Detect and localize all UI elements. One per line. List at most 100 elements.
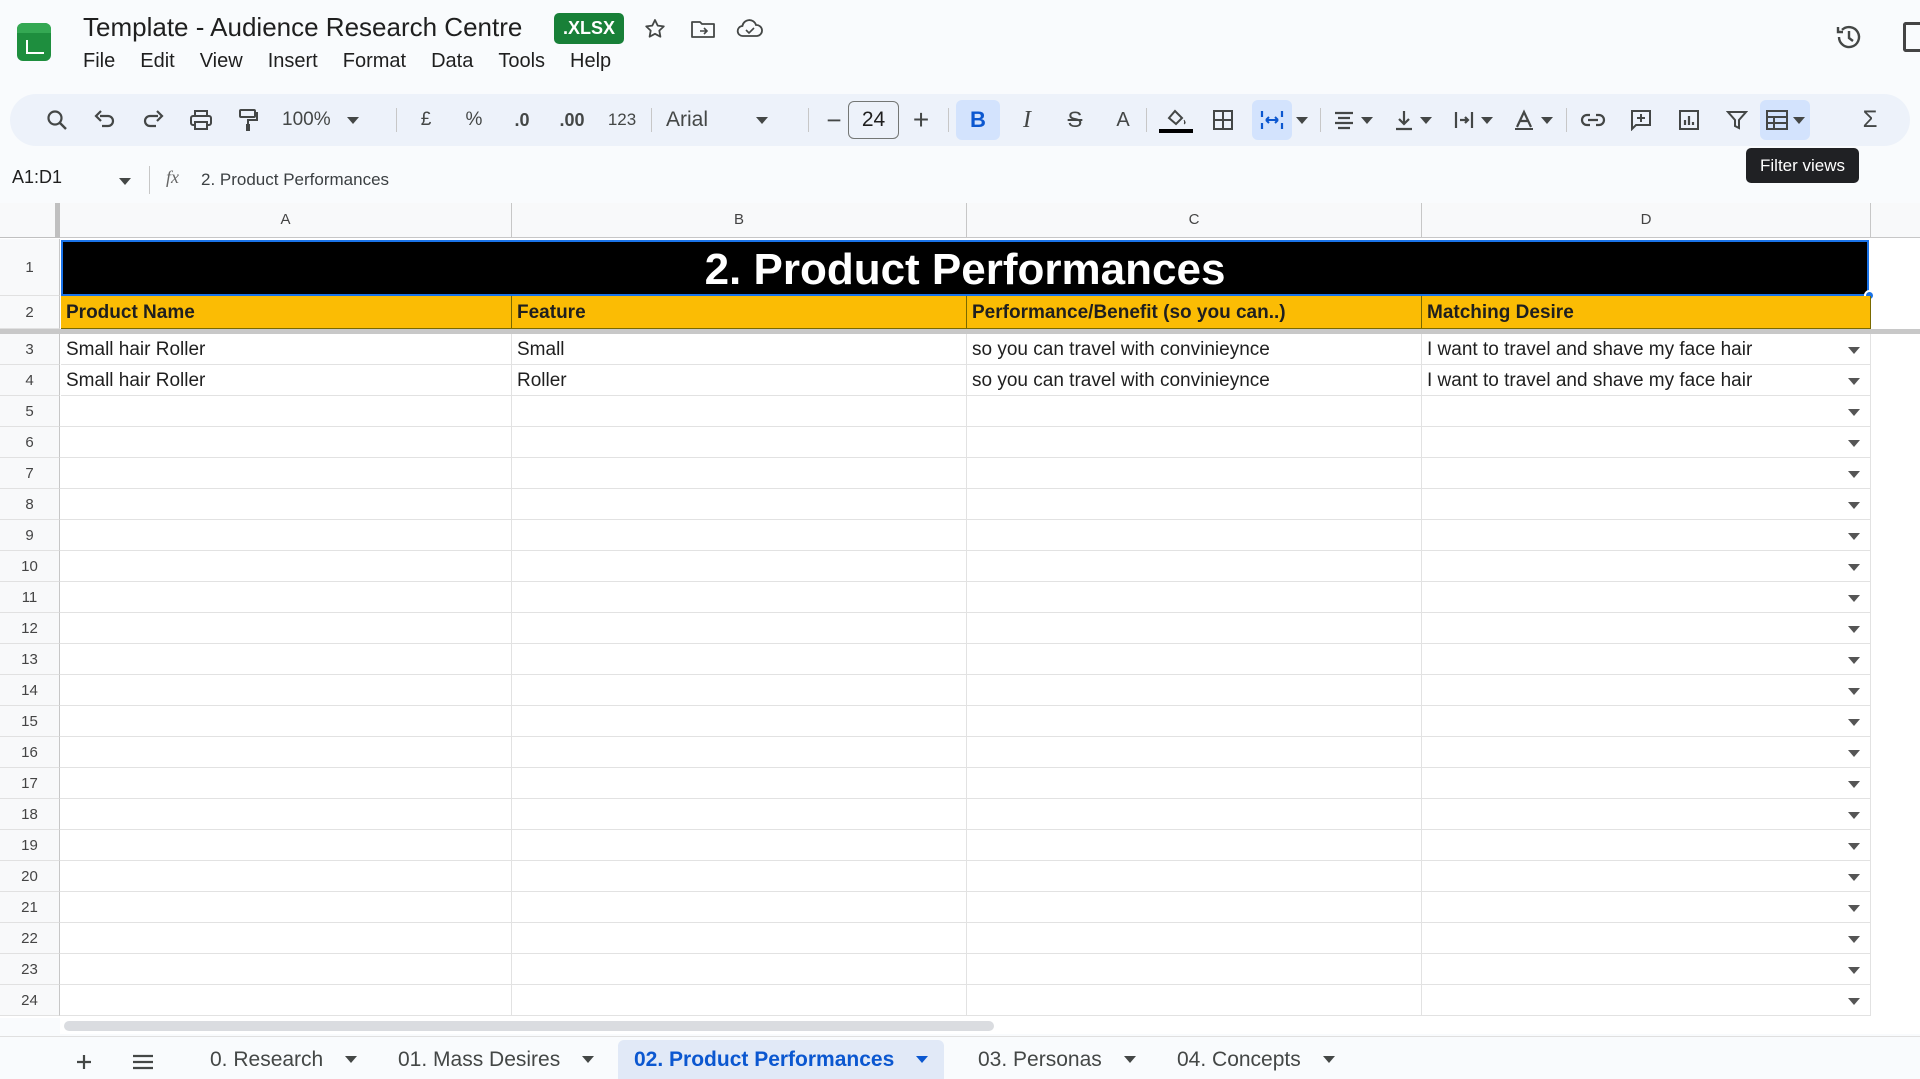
sheet-title-cell[interactable]: 2. Product Performances [61, 240, 1869, 296]
menu-data[interactable]: Data [431, 49, 473, 74]
bold-button[interactable]: B [956, 100, 1000, 140]
cell-dropdown-chevron-icon[interactable] [1848, 626, 1860, 633]
strikethrough-button[interactable]: S [1058, 100, 1092, 140]
filter-views-icon[interactable] [1760, 100, 1810, 140]
text-rotation-icon[interactable] [1508, 100, 1558, 140]
cell-dropdown-chevron-icon[interactable] [1848, 564, 1860, 571]
cell-dropdown-chevron-icon[interactable] [1848, 502, 1860, 509]
row-header[interactable]: 23 [0, 954, 60, 985]
more-formats-button[interactable]: 123 [602, 100, 642, 140]
horizontal-scrollbar-thumb[interactable] [64, 1021, 994, 1031]
select-all-corner[interactable] [0, 203, 60, 238]
cell-dropdown-chevron-icon[interactable] [1848, 905, 1860, 912]
vertical-align-icon[interactable] [1388, 100, 1438, 140]
cell-dropdown-chevron-icon[interactable] [1848, 657, 1860, 664]
row-header[interactable]: 4 [0, 365, 60, 396]
header-cell-performance[interactable]: Performance/Benefit (so you can..) [967, 296, 1422, 329]
menu-format[interactable]: Format [343, 49, 406, 74]
menu-insert[interactable]: Insert [268, 49, 318, 74]
merge-options-chevron-icon[interactable] [1292, 100, 1312, 140]
sheet-tab-product-performances[interactable]: 02. Product Performances [618, 1040, 945, 1079]
table-cell[interactable]: Small hair Roller [61, 365, 512, 396]
decrease-decimal-button[interactable]: .0 [504, 100, 540, 140]
functions-icon[interactable]: Σ [1856, 100, 1884, 140]
table-cell[interactable]: I want to travel and shave my face hair [1422, 365, 1871, 396]
column-header-d[interactable]: D [1422, 203, 1871, 238]
row-header[interactable]: 8 [0, 489, 60, 520]
sheet-grid[interactable]: A B C D 1 2 3 4 5 6 7 8 9 10 11 12 13 14… [0, 203, 1920, 1018]
text-color-button[interactable]: A [1106, 100, 1140, 140]
increase-font-size-button[interactable]: + [906, 100, 936, 140]
table-cell[interactable]: I want to travel and shave my face hair [1422, 334, 1871, 365]
chevron-down-icon[interactable] [916, 1056, 929, 1063]
star-icon[interactable] [638, 12, 672, 46]
formula-input[interactable]: 2. Product Performances [201, 170, 389, 190]
cloud-status-icon[interactable] [733, 12, 767, 46]
table-cell[interactable]: Small [512, 334, 967, 365]
font-family-select[interactable]: Arial [666, 100, 796, 140]
row-header[interactable]: 11 [0, 582, 60, 613]
cell-dropdown-chevron-icon[interactable] [1848, 812, 1860, 819]
borders-icon[interactable] [1206, 100, 1240, 140]
cell-dropdown-chevron-icon[interactable] [1848, 440, 1860, 447]
cell-dropdown-chevron-icon[interactable] [1848, 874, 1860, 881]
horizontal-align-icon[interactable] [1328, 100, 1378, 140]
row-header[interactable]: 5 [0, 396, 60, 427]
table-cell[interactable]: so you can travel with convinieynce [967, 365, 1422, 396]
row-header[interactable]: 10 [0, 551, 60, 582]
row-header[interactable]: 2 [0, 296, 60, 329]
chevron-down-icon[interactable] [345, 1056, 358, 1063]
menu-file[interactable]: File [83, 49, 115, 74]
insert-link-icon[interactable] [1576, 100, 1610, 140]
row-header[interactable]: 13 [0, 644, 60, 675]
row-header[interactable]: 9 [0, 520, 60, 551]
sheet-tab-personas[interactable]: 03. Personas [962, 1040, 1152, 1079]
table-cell[interactable]: Roller [512, 365, 967, 396]
menu-edit[interactable]: Edit [140, 49, 174, 74]
insert-comment-icon[interactable] [1624, 100, 1658, 140]
column-header-c[interactable]: C [967, 203, 1422, 238]
version-history-icon[interactable] [1830, 18, 1868, 56]
filter-icon[interactable] [1720, 100, 1754, 140]
cell-dropdown-chevron-icon[interactable] [1848, 471, 1860, 478]
decrease-font-size-button[interactable]: − [820, 100, 848, 140]
column-header-a[interactable]: A [60, 203, 512, 238]
header-cell-matching-desire[interactable]: Matching Desire [1422, 296, 1871, 329]
menu-help[interactable]: Help [570, 49, 611, 74]
column-header-b[interactable]: B [512, 203, 967, 238]
percent-format-button[interactable]: % [458, 100, 490, 140]
table-cell[interactable]: Small hair Roller [61, 334, 512, 365]
row-header[interactable]: 1 [0, 239, 60, 296]
currency-format-button[interactable]: £ [410, 100, 442, 140]
header-cell-product-name[interactable]: Product Name [61, 296, 512, 329]
row-header[interactable]: 7 [0, 458, 60, 489]
insert-chart-icon[interactable] [1672, 100, 1706, 140]
increase-decimal-button[interactable]: .00 [552, 100, 592, 140]
text-wrapping-icon[interactable] [1448, 100, 1498, 140]
row-header[interactable]: 22 [0, 923, 60, 954]
cell-dropdown-chevron-icon[interactable] [1848, 781, 1860, 788]
cell-dropdown-chevron-icon[interactable] [1848, 409, 1860, 416]
zoom-select[interactable]: 100% [282, 100, 388, 140]
fill-color-icon[interactable] [1156, 100, 1196, 140]
cell-dropdown-chevron-icon[interactable] [1848, 998, 1860, 1005]
cell-dropdown-chevron-icon[interactable] [1848, 533, 1860, 540]
row-header[interactable]: 19 [0, 830, 60, 861]
sheet-tab-mass-desires[interactable]: 01. Mass Desires [382, 1040, 610, 1079]
menu-tools[interactable]: Tools [498, 49, 545, 74]
row-header[interactable]: 20 [0, 861, 60, 892]
cell-dropdown-chevron-icon[interactable] [1848, 750, 1860, 757]
cell-dropdown-chevron-icon[interactable] [1848, 719, 1860, 726]
sheets-logo-icon[interactable] [17, 23, 51, 61]
font-size-input[interactable]: 24 [848, 101, 899, 139]
cell-dropdown-chevron-icon[interactable] [1848, 936, 1860, 943]
cell-dropdown-chevron-icon[interactable] [1848, 378, 1860, 385]
cell-dropdown-chevron-icon[interactable] [1848, 688, 1860, 695]
row-header[interactable]: 24 [0, 985, 60, 1016]
row-header[interactable]: 15 [0, 706, 60, 737]
cell-dropdown-chevron-icon[interactable] [1848, 595, 1860, 602]
table-cell[interactable]: so you can travel with convinieynce [967, 334, 1422, 365]
cell-dropdown-chevron-icon[interactable] [1848, 843, 1860, 850]
print-icon[interactable] [184, 100, 218, 140]
redo-icon[interactable] [136, 100, 170, 140]
